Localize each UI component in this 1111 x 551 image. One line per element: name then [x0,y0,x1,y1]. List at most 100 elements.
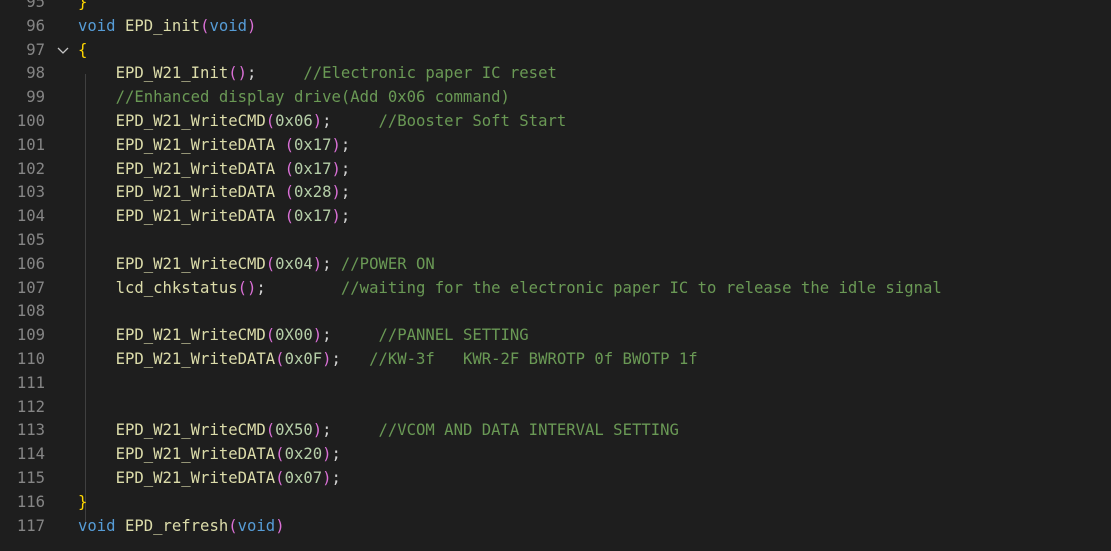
paren-token: ( [275,468,285,487]
code-line[interactable]: 105 [0,229,1111,253]
function-token: EPD_W21_WriteDATA [115,349,276,368]
code-text: EPD_W21_WriteDATA(0x20); [78,443,341,467]
code-line[interactable]: 112 [0,396,1111,420]
brace-token: { [78,40,88,59]
code-line[interactable]: 109 EPD_W21_WriteCMD(0X00); //PANNEL SET… [0,324,1111,348]
code-text: EPD_W21_WriteCMD(0x06); //Booster Soft S… [78,110,567,134]
number-token: 0x17 [293,135,332,154]
paren-token: ) [331,135,341,154]
function-token: EPD_W21_WriteDATA [115,207,276,226]
function-token: EPD_init [124,16,201,35]
number-token: 0x28 [293,183,332,202]
number-token: 0x07 [284,468,323,487]
code-line[interactable]: 106 EPD_W21_WriteCMD(0x04); //POWER ON [0,253,1111,277]
code-text: } [78,0,87,15]
line-number: 97 [26,40,45,59]
function-token: EPD_W21_Init [115,64,229,83]
line-number: 110 [16,349,45,368]
code-text: EPD_W21_WriteDATA (0x17); [78,205,351,229]
plain-token: ; [331,349,370,368]
comment-token: //Electronic paper IC reset [303,64,557,83]
keyword-token: void [78,16,116,35]
code-line[interactable]: 111 [0,372,1111,396]
code-lines[interactable]: 95} 96 void EPD_init(void) 97{98 EPD_W21_In… [0,0,1111,538]
plain-token: ; [256,278,341,297]
comment-token: //waiting for the electronic paper IC to… [340,278,942,297]
code-line[interactable]: 95} [0,0,1111,15]
plain-token: ; [322,254,341,273]
comment-token: //Enhanced display drive(Add 0x06 comman… [115,88,510,107]
keyword-token: void [237,516,276,535]
line-number: 113 [16,421,45,440]
line-number: 106 [16,254,45,273]
chevron-down-icon[interactable] [55,39,71,63]
brace-token: } [78,492,88,511]
code-line[interactable]: 108 [0,300,1111,324]
paren-token: ( [228,516,238,535]
function-token: EPD_refresh [124,516,229,535]
comment-token: //PANNEL SETTING [378,326,529,345]
code-text: //Enhanced display drive(Add 0x06 comman… [78,86,510,110]
paren-token: ) [275,516,285,535]
code-line[interactable]: 103 EPD_W21_WriteDATA (0x28); [0,181,1111,205]
paren-token: ) [312,326,323,345]
paren-token: ( [284,135,294,154]
paren-token: ) [312,254,323,273]
line-number: 108 [16,302,45,321]
code-line[interactable]: 113 EPD_W21_WriteCMD(0X50); //VCOM AND D… [0,419,1111,443]
brace-token: } [78,0,88,11]
code-text: void EPD_init(void) [78,15,256,39]
line-number: 102 [16,159,45,178]
line-number: 96 [26,16,45,35]
code-line[interactable]: 107 lcd_chkstatus(); //waiting for the e… [0,277,1111,301]
paren-token: ( [284,183,294,202]
code-line[interactable]: 102 EPD_W21_WriteDATA (0x17); [0,158,1111,182]
paren-token: ( [284,207,294,226]
code-line[interactable]: 98 EPD_W21_Init(); //Electronic paper IC… [0,62,1111,86]
plain-token: ; [331,445,341,464]
code-text: EPD_W21_WriteCMD(0X00); //PANNEL SETTING [78,324,529,348]
code-line[interactable]: 104 EPD_W21_WriteDATA (0x17); [0,205,1111,229]
paren-token: ) [247,16,257,35]
paren-token: ) [322,349,332,368]
line-number: 107 [16,278,45,297]
code-line[interactable]: 115 EPD_W21_WriteDATA(0x07); [0,467,1111,491]
code-line[interactable]: 97 { [0,39,1111,63]
code-text: EPD_W21_WriteDATA(0x0F); //KW-3f KWR-2F … [78,348,698,372]
paren-token: ) [322,468,332,487]
function-token: EPD_W21_WriteDATA [115,445,276,464]
line-number: 103 [16,183,45,202]
code-line[interactable]: 99 //Enhanced display drive(Add 0x06 com… [0,86,1111,110]
plain-token: ; [340,207,351,226]
paren-token: ) [331,183,341,202]
code-line[interactable]: 100 EPD_W21_WriteCMD(0x06); //Booster So… [0,110,1111,134]
code-line[interactable]: 101 EPD_W21_WriteDATA (0x17); [0,134,1111,158]
code-line[interactable]: 114 EPD_W21_WriteDATA(0x20); [0,443,1111,467]
code-line[interactable]: 117 void EPD_refresh(void) [0,515,1111,539]
code-line[interactable]: 116} [0,491,1111,515]
code-line[interactable]: 110 EPD_W21_WriteDATA(0x0F); //KW-3f KWR… [0,348,1111,372]
code-text: } [78,491,87,515]
plain-token: ; [340,135,351,154]
comment-token: //KW-3f KWR-2F BWROTP 0f BWOTP 1f [369,349,698,368]
plain-token: ; [322,421,379,440]
code-text: EPD_W21_Init(); //Electronic paper IC re… [78,62,557,86]
paren-token: () [237,278,257,297]
paren-token: ) [312,421,323,440]
comment-token: //POWER ON [340,254,435,273]
number-token: 0x20 [284,445,323,464]
code-editor[interactable]: 95} 96 void EPD_init(void) 97{98 EPD_W21_In… [0,0,1111,538]
code-text: EPD_W21_WriteDATA (0x17); [78,158,351,182]
code-line[interactable]: 96 void EPD_init(void) [0,15,1111,39]
